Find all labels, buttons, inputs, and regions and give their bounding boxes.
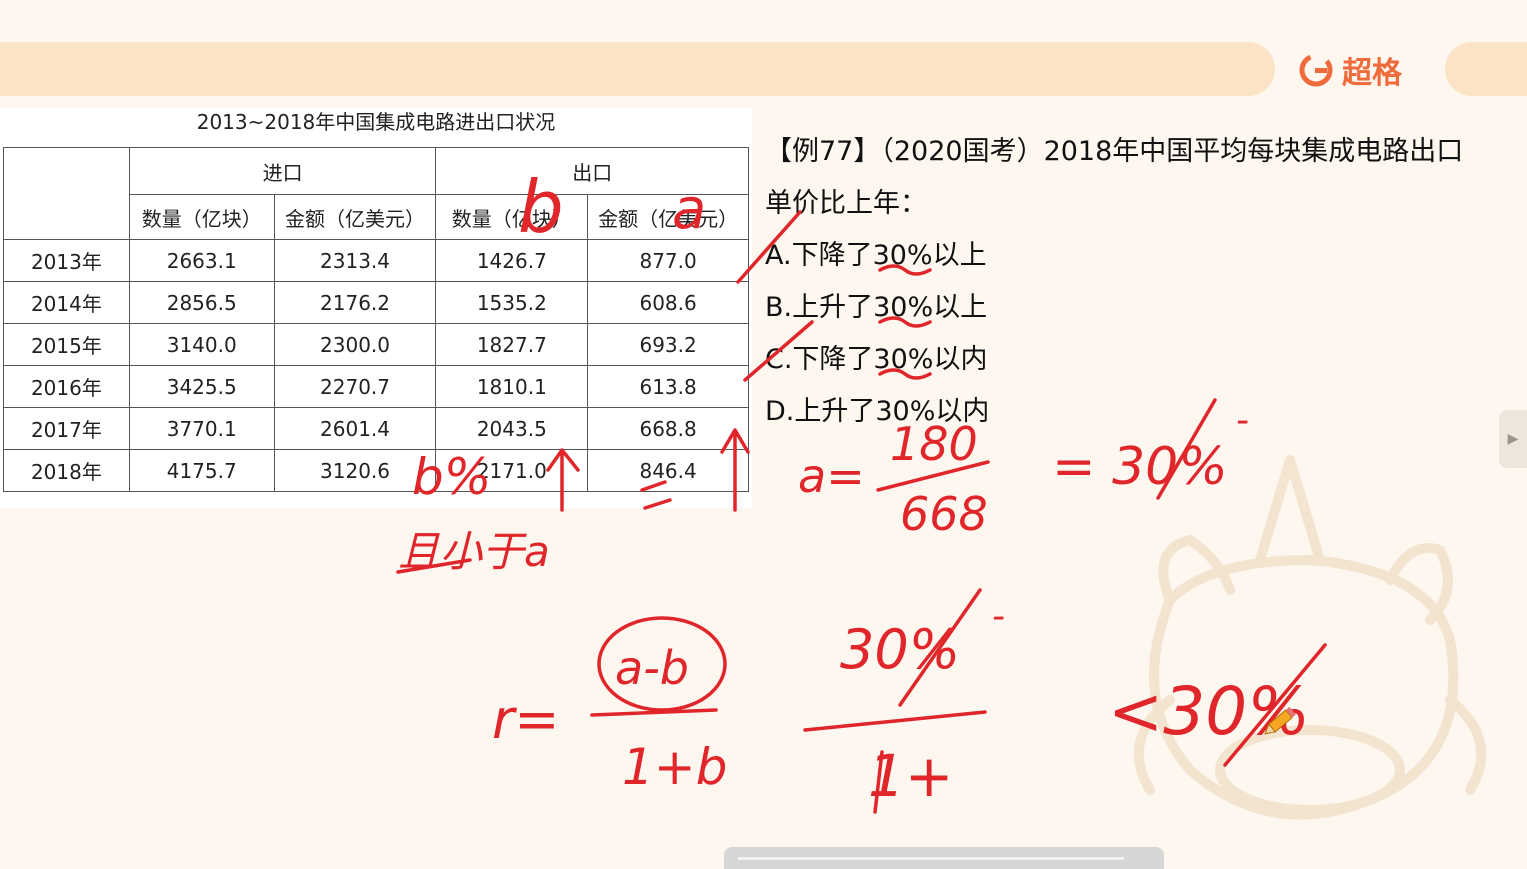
cell-export-qty: 1535.2: [435, 281, 589, 324]
ink-eq3-num: 30%: [840, 618, 960, 681]
one-stroke: [873, 750, 884, 814]
cell-import-amt: 2300.0: [273, 323, 437, 366]
cell-export-amt: 668.8: [587, 407, 749, 450]
ink-eq3-den: 1+: [868, 742, 954, 810]
cell-import-amt: 2601.4: [273, 407, 437, 450]
question-stem: 【例77】（2020国考）2018年中国平均每块集成电路出口单价比上年：: [765, 136, 1464, 219]
ink-eq3-sup: -: [992, 596, 1005, 637]
cell-year: 2017年: [3, 407, 130, 450]
fraction-bar-2: [590, 708, 718, 717]
cell-year: 2015年: [3, 323, 130, 366]
cell-import-amt: 3120.6: [273, 449, 437, 492]
chevron-right-icon: ▶: [1507, 431, 1519, 447]
ink-eq2-lhs: r=: [492, 688, 559, 751]
cell-export-qty: 2171.0: [435, 449, 589, 492]
cell-export-qty: 1827.7: [435, 323, 589, 366]
cell-export-amt: 613.8: [587, 365, 749, 408]
subheader-export-amt: 金额（亿美元）: [587, 194, 749, 240]
cell-year: 2014年: [3, 281, 130, 324]
question-block: 【例77】（2020国考）2018年中国平均每块集成电路出口单价比上年： A.下…: [765, 126, 1485, 438]
ink-eq2-den: 1+b: [622, 738, 727, 796]
brand-logo: 超格: [1298, 50, 1402, 91]
cell-export-qty: 1426.7: [435, 239, 589, 282]
fraction-bar-1: [876, 460, 990, 492]
cell-export-amt: 877.0: [587, 239, 749, 282]
ink-eq1-den: 668: [900, 487, 988, 541]
cell-import-qty: 3140.0: [128, 323, 275, 366]
header-import: 进口: [128, 147, 437, 195]
fraction-bar-3: [803, 710, 987, 732]
mascot-watermark-icon: [1133, 455, 1487, 820]
table-row: 2017年 3770.1 2601.4 2043.5 668.8: [3, 407, 749, 450]
table-row: 2014年 2856.5 2176.2 1535.2 608.6: [3, 281, 749, 324]
option-b[interactable]: B.上升了30%以上: [765, 282, 1485, 334]
import-export-table: 进口 出口 数量（亿块） 金额（亿美元） 数量（亿块） 金额（亿美元） 2013…: [3, 147, 749, 492]
cell-import-qty: 4175.7: [128, 449, 275, 492]
cell-import-qty: 3425.5: [128, 365, 275, 408]
cell-export-amt: 608.6: [587, 281, 749, 324]
cell-export-amt: 693.2: [587, 323, 749, 366]
cell-export-qty: 1810.1: [435, 365, 589, 408]
cell-year: 2018年: [3, 449, 130, 492]
header-bar-end: [1445, 42, 1527, 96]
table-row: 2018年 4175.7 3120.6 2171.0 846.4: [3, 449, 749, 492]
header-export: 出口: [435, 147, 749, 195]
slash-2: [898, 588, 982, 707]
brand-name: 超格: [1342, 56, 1402, 91]
header-bar: [0, 42, 1275, 96]
ink-eq2-num: a-b: [615, 641, 689, 695]
brand-g-icon: [1299, 53, 1333, 87]
header-blank-cell: [3, 147, 130, 240]
side-panel-toggle[interactable]: ▶: [1499, 410, 1527, 468]
table-row: 2015年 3140.0 2300.0 1827.7 693.2: [3, 323, 749, 366]
cell-year: 2013年: [3, 239, 130, 282]
note-underline: [396, 558, 472, 574]
table-row: 2013年 2663.1 2313.4 1426.7 877.0: [3, 239, 749, 282]
table-row: 2016年 3425.5 2270.7 1810.1 613.8: [3, 365, 749, 408]
cell-export-amt: 846.4: [587, 449, 749, 492]
cell-import-amt: 2270.7: [273, 365, 437, 408]
cell-import-qty: 2663.1: [128, 239, 275, 282]
bottom-handle-line: [738, 857, 1124, 860]
cell-import-qty: 2856.5: [128, 281, 275, 324]
option-c[interactable]: C.下降了30%以内: [765, 334, 1485, 386]
cell-year: 2016年: [3, 365, 130, 408]
subheader-import-amt: 金额（亿美元）: [273, 194, 437, 240]
table-title: 2013~2018年中国集成电路进出口状况: [196, 110, 556, 134]
subheader-import-qty: 数量（亿块）: [128, 194, 275, 240]
ink-eq1-lhs: a=: [798, 449, 865, 503]
cell-import-amt: 2176.2: [273, 281, 437, 324]
circle-a-minus-b: [597, 616, 727, 712]
subheader-export-qty: 数量（亿块）: [435, 194, 589, 240]
ink-note-small: 且小于a: [398, 527, 550, 576]
option-d[interactable]: D.上升了30%以内: [765, 386, 1485, 438]
bottom-handle-bar[interactable]: [724, 847, 1164, 869]
cell-import-qty: 3770.1: [128, 407, 275, 450]
option-a[interactable]: A.下降了30%以上: [765, 230, 1485, 282]
cell-export-qty: 2043.5: [435, 407, 589, 450]
cell-import-amt: 2313.4: [273, 239, 437, 282]
